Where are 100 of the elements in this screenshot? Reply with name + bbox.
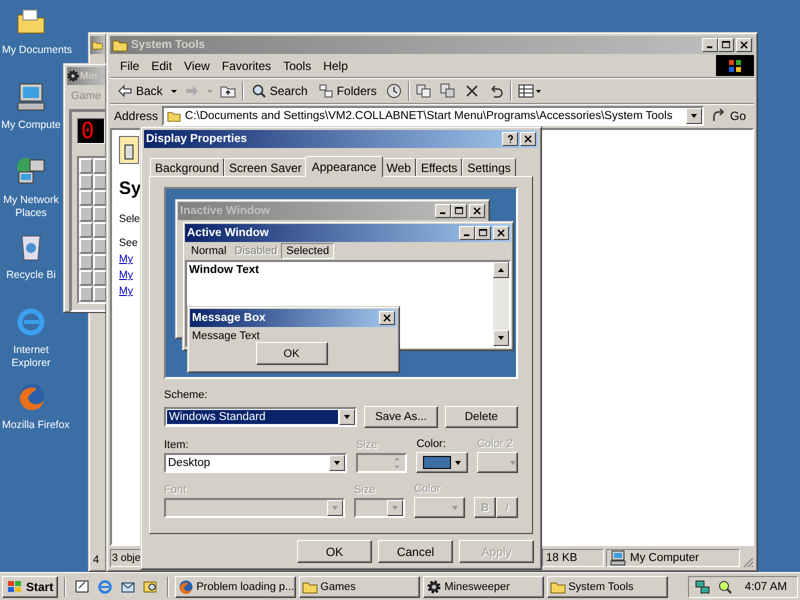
panel-text: See bbox=[119, 237, 138, 249]
tab[interactable]: Web bbox=[381, 158, 416, 176]
dropdown-arrow-icon bbox=[509, 458, 518, 466]
magnifier-icon[interactable] bbox=[717, 578, 733, 594]
address-field[interactable]: C:\Documents and Settings\VM2.COLLABNET\Start Menu\Programs\Accessories\System Tools bbox=[162, 106, 704, 126]
desktop-icon-label[interactable]: Internet Explorer bbox=[0, 344, 62, 370]
panel-text: Sele bbox=[119, 213, 140, 225]
field-label: Item: bbox=[164, 439, 190, 453]
status-text: 4 bbox=[93, 554, 100, 566]
tab[interactable]: Screen Saver bbox=[224, 158, 307, 176]
dropdown-arrow-icon bbox=[343, 413, 352, 421]
back-arrow-icon bbox=[117, 82, 133, 98]
close-icon bbox=[382, 314, 392, 322]
maximize-icon bbox=[454, 207, 464, 215]
tab[interactable]: Effects bbox=[416, 158, 462, 176]
start-button[interactable]: Start bbox=[2, 576, 58, 598]
help-button[interactable] bbox=[502, 132, 518, 146]
down-arrow-icon bbox=[497, 334, 505, 342]
folder-icon bbox=[166, 109, 182, 123]
dropdown-field[interactable]: Desktop bbox=[164, 453, 347, 473]
minefield-grid[interactable] bbox=[77, 156, 106, 304]
scheme-button[interactable]: Delete bbox=[444, 406, 518, 428]
status-text: My Computer bbox=[630, 552, 700, 564]
fox-globe-icon bbox=[178, 578, 194, 594]
scheme-label: Scheme: bbox=[164, 389, 208, 403]
search-icon bbox=[250, 82, 267, 98]
gear-icon bbox=[426, 578, 442, 594]
desktop-shortcut-icon[interactable] bbox=[74, 578, 90, 594]
search-icon[interactable] bbox=[143, 578, 160, 594]
go-arrow-icon bbox=[710, 108, 727, 124]
resize-grip-icon[interactable] bbox=[742, 556, 754, 568]
panel-link[interactable]: My bbox=[119, 285, 133, 297]
move-to-icon[interactable] bbox=[416, 82, 432, 98]
tab[interactable]: Appearance bbox=[304, 156, 384, 177]
desktop-icon-label[interactable]: My Documents bbox=[2, 44, 72, 57]
history-icon[interactable] bbox=[386, 82, 402, 98]
window-text: Window Text bbox=[188, 263, 260, 278]
scheme-dropdown[interactable]: Windows Standard bbox=[164, 407, 358, 427]
menu-item[interactable]: Tools bbox=[277, 56, 318, 74]
taskbar-button[interactable]: Problem loading p... bbox=[175, 576, 296, 598]
desktop-icon-label[interactable]: Recycle Bi bbox=[6, 269, 56, 282]
scheme-button[interactable]: Save As... bbox=[364, 406, 438, 428]
dropdown-field[interactable] bbox=[354, 498, 405, 518]
dropdown-field[interactable] bbox=[164, 498, 345, 518]
close-icon bbox=[472, 207, 482, 215]
color-picker-button[interactable] bbox=[416, 452, 468, 473]
window-title: System Tools bbox=[131, 39, 205, 51]
document-tools-icon bbox=[119, 136, 139, 164]
desktop-icon-label[interactable]: My Network Places bbox=[0, 194, 62, 220]
panel-link[interactable]: My bbox=[119, 269, 133, 281]
dropdown-arrow-icon bbox=[330, 504, 339, 512]
dropdown-arrow-icon bbox=[690, 112, 698, 120]
gear-icon bbox=[67, 70, 79, 82]
dialog-button[interactable]: Cancel bbox=[378, 540, 453, 563]
dialog-title: Display Properties bbox=[146, 133, 247, 145]
up-arrow-icon bbox=[497, 266, 505, 274]
spinner-field[interactable] bbox=[356, 453, 408, 473]
desktop-icon-label[interactable]: My Compute bbox=[1, 119, 61, 132]
computer-icon bbox=[610, 550, 626, 566]
windows-flag-icon bbox=[7, 578, 23, 594]
menu-item[interactable]: Help bbox=[317, 56, 354, 74]
color-picker-button[interactable] bbox=[414, 497, 465, 518]
globe-e-icon[interactable] bbox=[97, 578, 114, 594]
menu-item[interactable]: Edit bbox=[145, 56, 178, 74]
maximize-icon bbox=[478, 229, 488, 237]
panel-link[interactable]: My bbox=[119, 253, 133, 265]
search-button[interactable]: Search bbox=[248, 80, 311, 102]
window-title: Min bbox=[80, 70, 98, 82]
message-text: Message Text bbox=[191, 329, 261, 342]
desktop-icon-label[interactable]: Mozilla Firefox bbox=[2, 419, 70, 432]
network-icon[interactable] bbox=[695, 578, 711, 594]
tab[interactable]: Background bbox=[150, 158, 224, 176]
menu-item[interactable]: File bbox=[114, 56, 146, 74]
address-label: Address bbox=[114, 109, 158, 123]
delete-icon[interactable] bbox=[464, 82, 480, 98]
folder-tree-icon bbox=[318, 82, 334, 98]
taskbar-button[interactable]: System Tools bbox=[547, 576, 668, 598]
tab[interactable]: Settings bbox=[462, 158, 516, 176]
dropdown-arrow-icon bbox=[332, 459, 341, 467]
views-icon[interactable] bbox=[518, 82, 542, 98]
folders-button[interactable]: Folders bbox=[314, 80, 380, 102]
color-picker-button[interactable] bbox=[477, 452, 518, 473]
taskbar-button[interactable]: Games bbox=[299, 576, 420, 598]
copy-to-icon[interactable] bbox=[440, 82, 456, 98]
dialog-button[interactable]: OK bbox=[297, 540, 372, 563]
taskbar-button[interactable]: Minesweeper bbox=[423, 576, 544, 598]
status-text: 18 KB bbox=[542, 549, 604, 567]
computer-icon[interactable] bbox=[15, 81, 47, 113]
back-button[interactable]: Back bbox=[114, 80, 166, 102]
question-mark-icon bbox=[506, 135, 514, 143]
go-button[interactable]: Go bbox=[708, 105, 754, 127]
close-icon bbox=[496, 229, 506, 237]
close-icon bbox=[740, 41, 748, 49]
dropdown-arrow-icon bbox=[390, 504, 399, 512]
close-button[interactable] bbox=[520, 132, 536, 146]
menu-item[interactable]: View bbox=[178, 56, 216, 74]
preview-window-title: Message Box bbox=[192, 312, 266, 324]
windows-flag-icon bbox=[727, 58, 743, 74]
dropdown-arrow-icon bbox=[454, 458, 462, 466]
menu-item[interactable]: Favorites bbox=[216, 56, 278, 74]
